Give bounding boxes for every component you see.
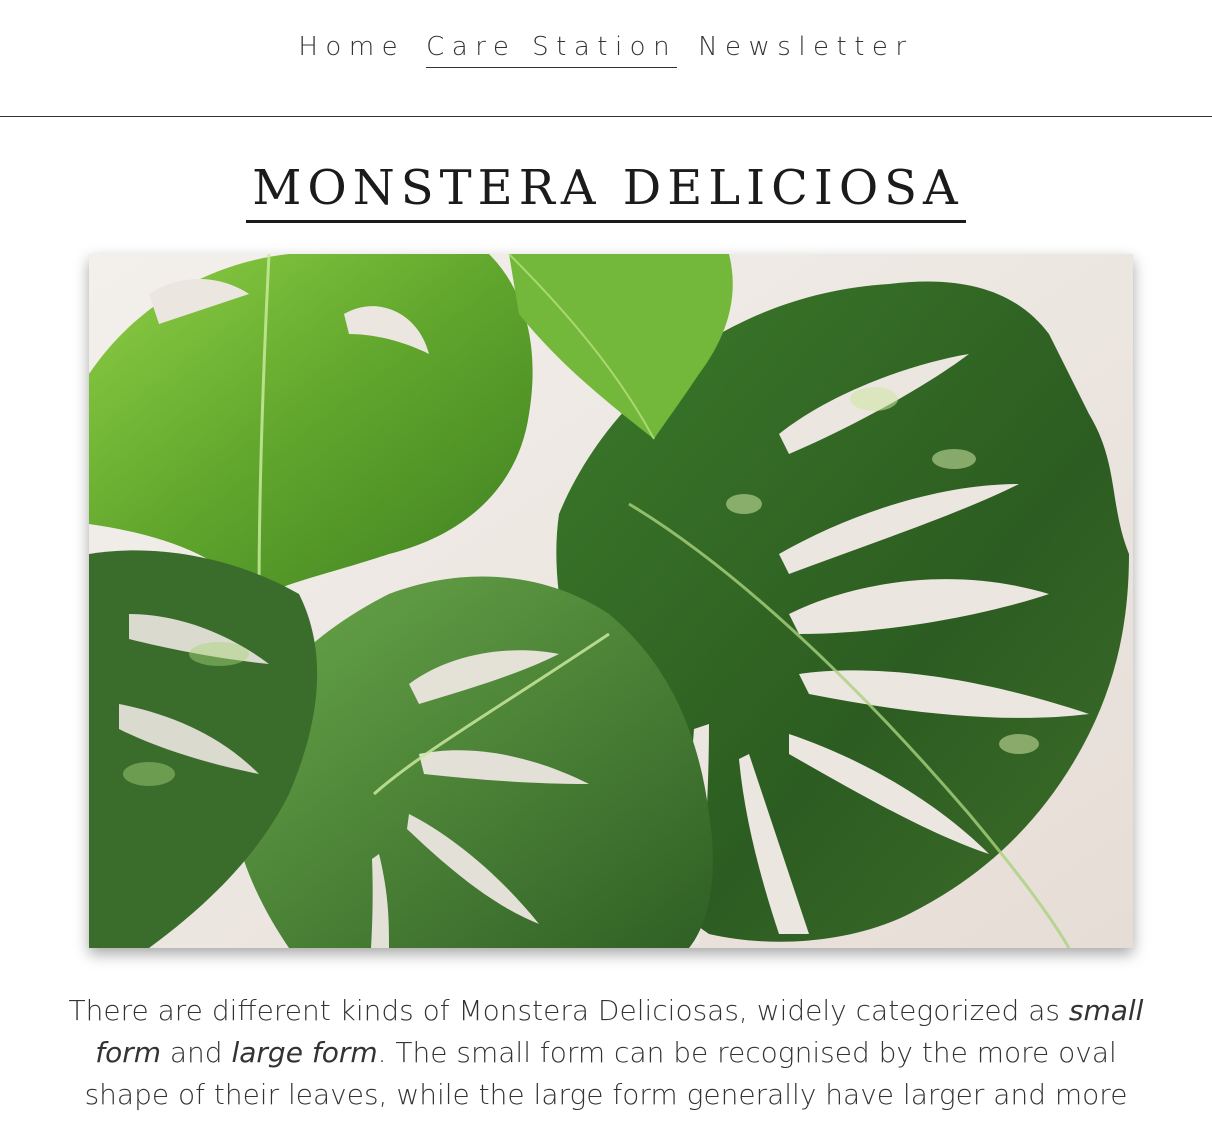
nav-link-home[interactable]: Home [298, 32, 405, 68]
nav-link-newsletter[interactable]: Newsletter [698, 32, 914, 68]
intro-emphasis-form: form [95, 1036, 161, 1069]
intro-text: There are different kinds of Monstera De… [68, 994, 1069, 1027]
nav-link-care-station[interactable]: Care Station [426, 32, 678, 68]
intro-text: shape of their leaves, while the large f… [84, 1078, 1128, 1111]
site-header: Home Care Station Newsletter [0, 0, 1212, 117]
intro-emphasis-small: small [1068, 994, 1144, 1027]
page-title: MONSTERA DELICIOSA [0, 158, 1212, 223]
intro-text: . The small form can be recognised by th… [377, 1036, 1117, 1069]
intro-paragraph: There are different kinds of Monstera De… [0, 990, 1212, 1116]
intro-emphasis-large-form: large form [231, 1036, 378, 1069]
intro-text: and [161, 1036, 232, 1069]
main-nav: Home Care Station Newsletter [0, 32, 1212, 68]
monstera-photo [89, 254, 1133, 948]
page-title-text: MONSTERA DELICIOSA [246, 158, 966, 223]
